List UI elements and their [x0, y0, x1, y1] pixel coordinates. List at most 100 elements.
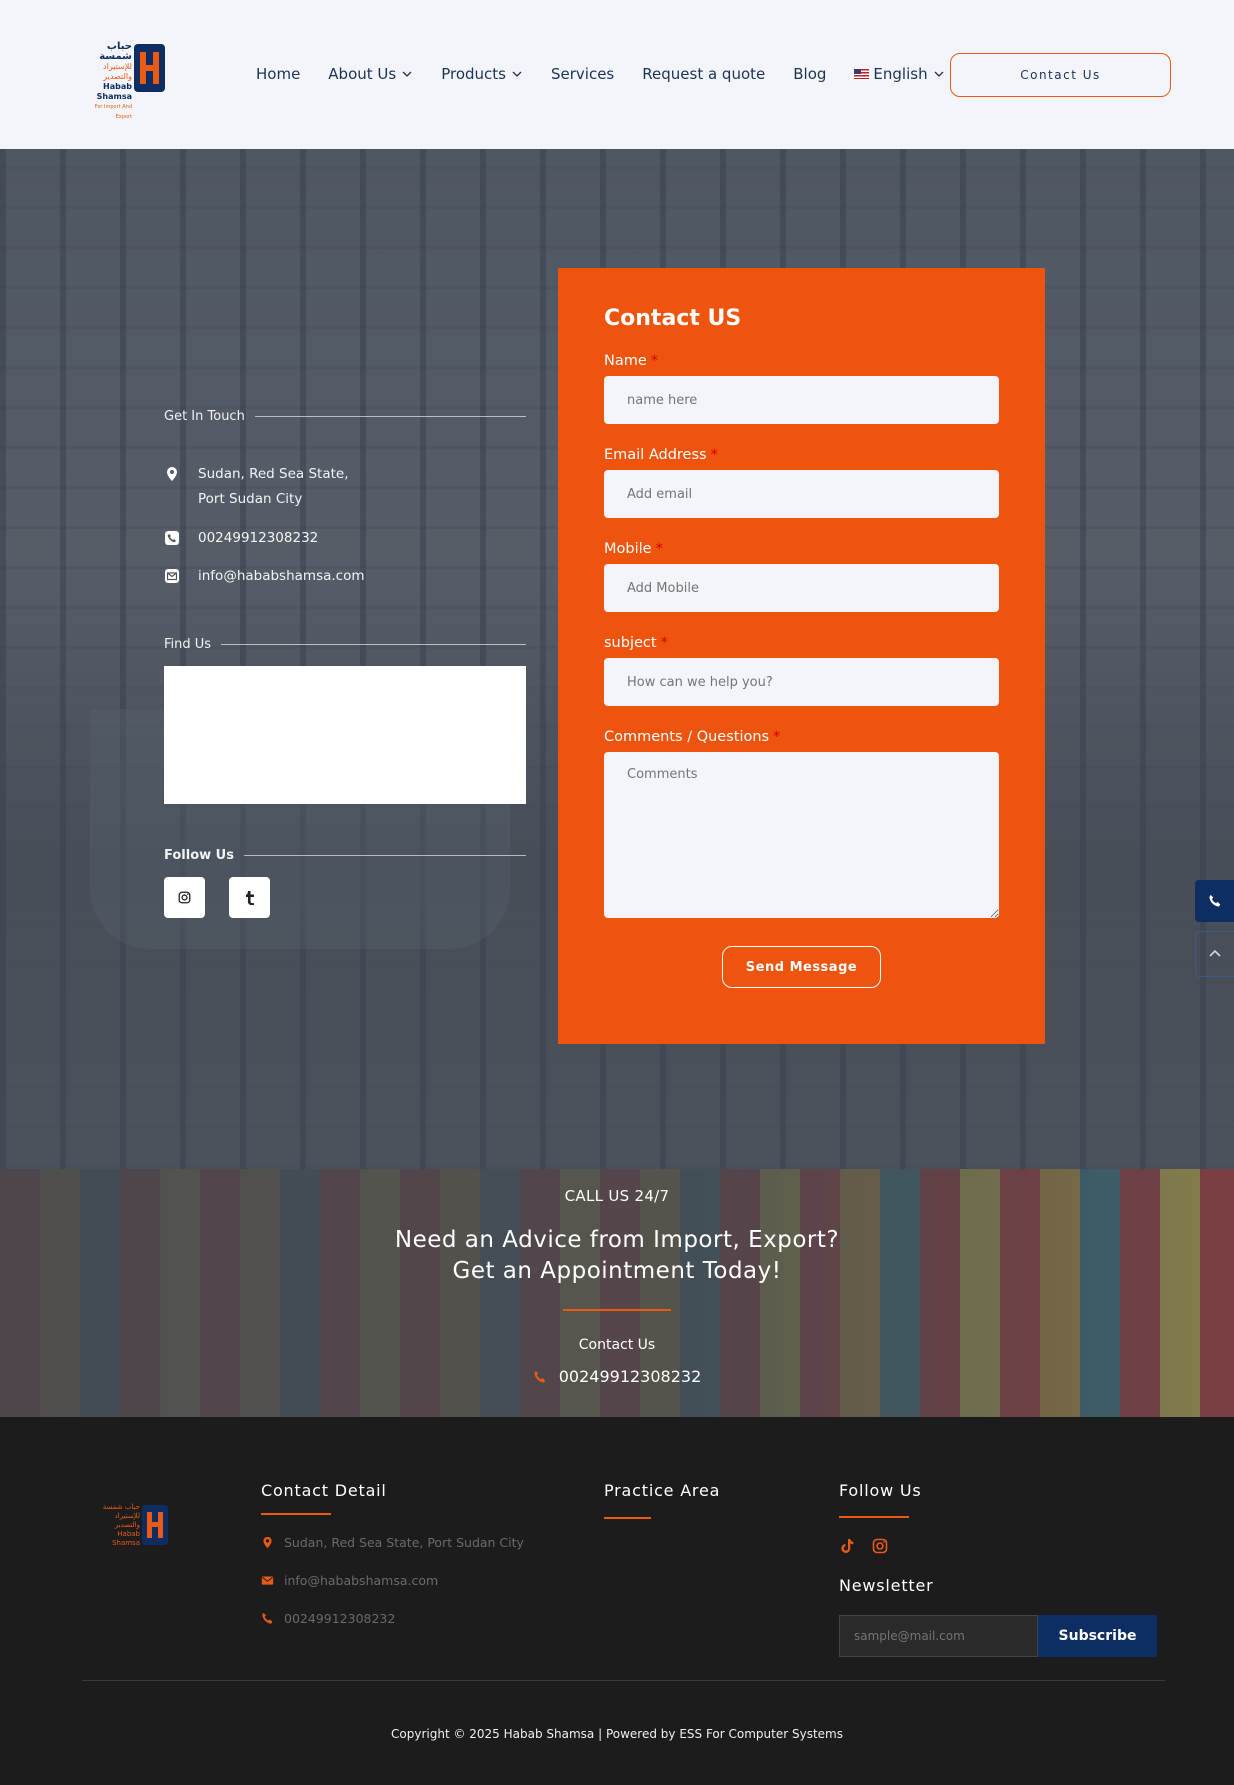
appointment-banner: CALL US 24/7 Need an Advice from Import,… — [0, 1169, 1234, 1417]
email-row[interactable]: info@hababshamsa.com — [164, 564, 526, 589]
phone-icon — [1208, 894, 1220, 907]
name-input[interactable] — [604, 376, 999, 424]
map-pin-icon — [167, 467, 177, 481]
chevron-down-icon — [402, 71, 412, 77]
logo-text: حباب شمسة للإستيراد والتصدير Habab Shams… — [82, 42, 132, 122]
appointment-contact-label: Contact Us — [578, 1337, 656, 1353]
subject-input[interactable] — [604, 658, 999, 706]
envelope-icon — [261, 1576, 274, 1585]
address-line-2: Port Sudan City — [198, 491, 303, 507]
email-label: Email Address * — [604, 447, 999, 463]
nav-home-label: Home — [256, 65, 301, 83]
title-underline — [604, 1517, 651, 1519]
footer-phone-text: 00249912308232 — [284, 1611, 396, 1626]
logo-arabic-name: حباب شمسة — [99, 41, 132, 62]
email-label-text: Email Address — [604, 447, 707, 463]
required-mark: * — [773, 729, 781, 745]
language-selector[interactable]: English — [854, 65, 944, 83]
tiktok-icon[interactable] — [839, 1538, 855, 1554]
chevron-up-icon — [1209, 949, 1221, 957]
name-label-text: Name — [604, 353, 647, 369]
footer-logo[interactable]: حباب شمسة للإستيراد والتصدير Habab Shams… — [100, 1503, 172, 1547]
nav-request-quote-label: Request a quote — [642, 65, 766, 83]
footer-phone[interactable]: 00249912308232 — [261, 1611, 524, 1626]
email-input[interactable] — [604, 470, 999, 518]
nav-blog[interactable]: Blog — [793, 65, 826, 83]
address-row: Sudan, Red Sea State, Port Sudan City — [164, 462, 526, 512]
name-label: Name * — [604, 353, 999, 369]
nav-blog-label: Blog — [793, 65, 827, 83]
get-in-touch-heading: Get In Touch — [164, 409, 526, 424]
nav-products-label: Products — [441, 65, 506, 83]
footer-address: Sudan, Red Sea State, Port Sudan City — [261, 1535, 524, 1550]
newsletter-email-input[interactable] — [839, 1615, 1038, 1657]
call-us-kicker: CALL US 24/7 — [564, 1187, 670, 1205]
instagram-icon[interactable] — [872, 1538, 888, 1554]
footer-follow-us: Follow Us Newsletter Subscribe — [839, 1481, 1157, 1657]
nav-about-us-label: About Us — [328, 65, 397, 83]
appointment-headline: Need an Advice from Import, Export? Get … — [0, 1225, 1234, 1287]
tumblr-button[interactable] — [229, 877, 270, 918]
footer-follow-us-title: Follow Us — [839, 1481, 922, 1500]
nav-home[interactable]: Home — [256, 65, 300, 83]
send-message-button[interactable]: Send Message — [722, 946, 881, 988]
contact-form: Contact US Name* Email Address* Mobile* … — [558, 268, 1045, 1044]
chevron-down-icon — [512, 71, 522, 77]
header-contact-button[interactable]: Contact Us — [950, 53, 1171, 97]
phone-icon — [262, 1612, 273, 1624]
footer-email[interactable]: info@hababshamsa.com — [261, 1573, 524, 1588]
nav-about-us[interactable]: About Us — [328, 65, 413, 83]
phone-row[interactable]: 00249912308232 — [164, 526, 526, 551]
email-text: info@hababshamsa.com — [198, 568, 365, 584]
find-us-heading: Find Us — [164, 637, 526, 652]
instagram-icon — [178, 891, 191, 904]
logo-english-name: Habab Shamsa — [96, 82, 132, 101]
subscribe-button[interactable]: Subscribe — [1038, 1615, 1157, 1657]
practice-area-title: Practice Area — [604, 1481, 721, 1500]
comments-label-text: Comments / Questions — [604, 729, 770, 745]
newsletter-form: Subscribe — [839, 1615, 1157, 1657]
comments-textarea[interactable] — [604, 752, 999, 918]
required-mark: * — [710, 447, 718, 463]
subject-label: subject * — [604, 635, 999, 651]
mobile-label: Mobile * — [604, 541, 999, 557]
title-underline — [261, 1513, 331, 1515]
map-pin-icon — [263, 1536, 272, 1549]
social-links — [164, 877, 526, 918]
footer-social-links — [839, 1538, 1157, 1554]
accent-divider — [563, 1309, 671, 1311]
footer-logo-text: حباب شمسة للإستيراد والتصدير Habab Shams… — [100, 1503, 140, 1548]
logo-mark-icon — [142, 1505, 168, 1545]
map-embed[interactable] — [164, 666, 526, 804]
logo-arabic-tagline: للإستيراد والتصدير — [103, 62, 132, 81]
newsletter-title: Newsletter — [839, 1576, 934, 1595]
nav-products[interactable]: Products — [441, 65, 523, 83]
footer-email-text: info@hababshamsa.com — [284, 1573, 439, 1588]
appointment-phone-link[interactable]: 00249912308232 — [533, 1367, 701, 1386]
floating-call-button[interactable] — [1195, 880, 1234, 922]
site-footer: حباب شمسة للإستيراد والتصدير Habab Shams… — [0, 1417, 1234, 1785]
scroll-to-top-button[interactable] — [1195, 931, 1234, 977]
comments-label: Comments / Questions * — [604, 729, 999, 745]
headline-line-1: Need an Advice from Import, Export? — [394, 1227, 840, 1253]
contact-detail-title: Contact Detail — [261, 1481, 387, 1500]
copyright-text: Copyright © 2025 Habab Shamsa | Powered … — [391, 1727, 843, 1741]
nav-request-quote[interactable]: Request a quote — [642, 65, 765, 83]
get-in-touch-label: Get In Touch — [164, 409, 245, 424]
footer-logo-arabic-name: حباب شمسة — [102, 1503, 140, 1511]
instagram-button[interactable] — [164, 877, 205, 918]
required-mark: * — [655, 541, 663, 557]
form-title: Contact US — [604, 306, 742, 331]
nav-services[interactable]: Services — [551, 65, 614, 83]
appointment-content: CALL US 24/7 Need an Advice from Import,… — [0, 1169, 1234, 1388]
title-underline — [839, 1516, 909, 1518]
required-mark: * — [660, 635, 668, 651]
headline-line-2: Get an Appointment Today! — [452, 1258, 782, 1284]
main-nav: Home About Us Products Services Request … — [256, 64, 973, 84]
phone-text: 00249912308232 — [198, 530, 319, 546]
contact-section: Get In Touch Sudan, Red Sea State, Port … — [0, 149, 1234, 1169]
us-flag-icon — [854, 69, 870, 79]
mobile-input[interactable] — [604, 564, 999, 612]
site-logo[interactable]: حباب شمسة للإستيراد والتصدير Habab Shams… — [82, 42, 166, 120]
chevron-down-icon — [934, 71, 944, 77]
